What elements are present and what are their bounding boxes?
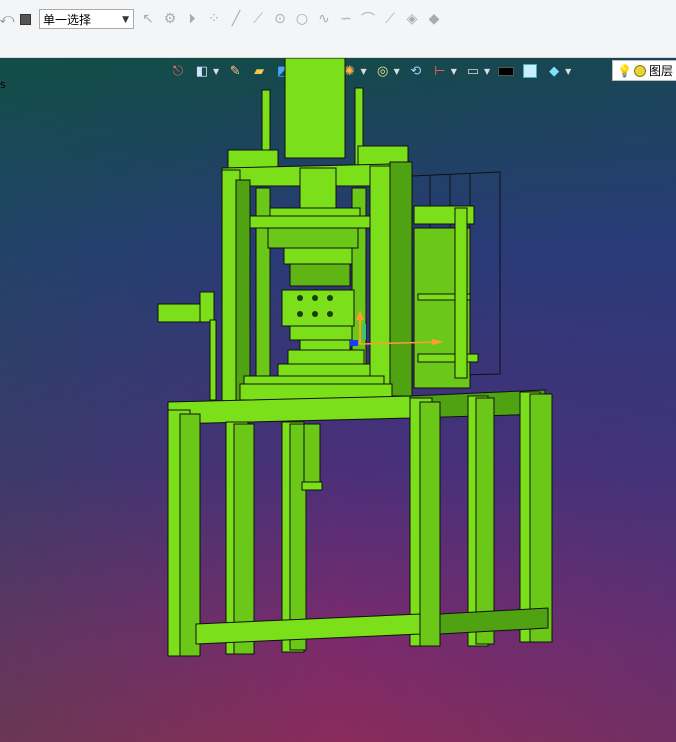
polyline-icon[interactable]: ⟋ (379, 8, 401, 30)
die-block (281, 289, 355, 327)
point-cloud-icon[interactable]: ⁘ (203, 8, 225, 30)
stop-icon[interactable] (14, 8, 36, 30)
main-cylinder (284, 58, 346, 159)
selection-mode-select[interactable]: 单一选择 ▼ (39, 9, 134, 29)
pointer-icon[interactable]: ↖ (137, 8, 159, 30)
curve-icon[interactable]: ∽ (335, 8, 357, 30)
segment-icon[interactable]: ⟋ (247, 8, 269, 30)
circle-center-icon[interactable]: ⊙ (269, 8, 291, 30)
surface-icon[interactable]: ◈ (401, 8, 423, 30)
table-top (167, 395, 411, 425)
gear-select-icon[interactable]: ⚙ (159, 8, 181, 30)
3d-viewport[interactable]: s ⎋ ◧▼ ✎ ▰ ◩▼ ◩▼ ✺▼ ◎▼ ⟲ ⊢▼ ▭▼ ◆▼ 💡 图层 (0, 58, 676, 742)
machine-model[interactable] (0, 58, 676, 742)
selection-mode-value: 单一选择 (43, 13, 92, 27)
line-icon[interactable]: ╱ (225, 8, 247, 30)
chevron-down-icon: ▼ (122, 15, 129, 25)
main-toolbar: ⤺ 单一选择 ▼ ↖ ⚙ ⏵ ⁘ ╱ ⟋ ⊙ ○ ∿ ∽ ⌒ ⟋ ◈ ◆ (0, 0, 676, 58)
toolbar-row: ⤺ 单一选择 ▼ ↖ ⚙ ⏵ ⁘ ╱ ⟋ ⊙ ○ ∿ ∽ ⌒ ⟋ ◈ ◆ (0, 6, 445, 32)
play-icon[interactable]: ⏵ (181, 8, 203, 30)
spline-icon[interactable]: ∿ (313, 8, 335, 30)
arc-icon[interactable]: ⌒ (357, 8, 379, 30)
circle-icon[interactable]: ○ (291, 8, 313, 30)
solid-icon[interactable]: ◆ (423, 8, 445, 30)
undo-icon[interactable]: ⤺ (0, 8, 14, 30)
